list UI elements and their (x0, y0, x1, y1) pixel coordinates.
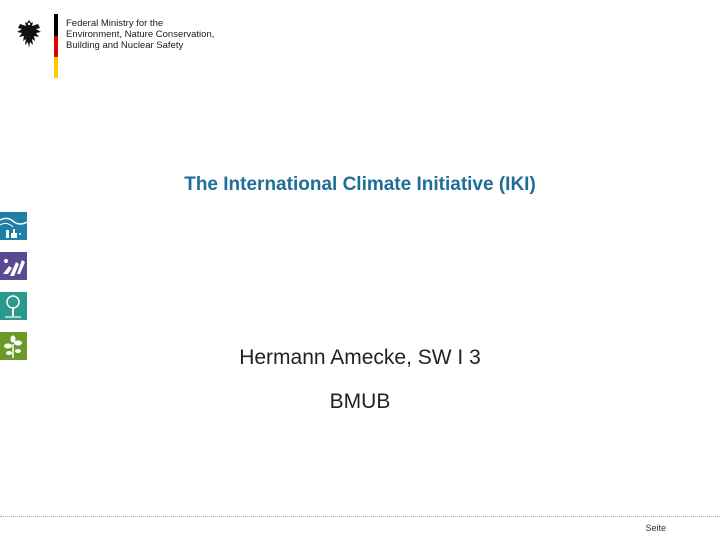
adaptation-hands-icon (0, 252, 27, 280)
organization-name: BMUB (329, 390, 391, 413)
ministry-line-1: Federal Ministry for the (66, 18, 164, 29)
slide-title: The International Climate Initiative (IK… (184, 174, 536, 195)
ministry-line-3: Building and Nuclear Safety (66, 40, 184, 51)
ministry-logo: Federal Ministry for the Environment, Na… (14, 14, 214, 84)
speaker-name: Hermann Amecke, SW I 3 (239, 346, 481, 369)
slide: Federal Ministry for the Environment, Na… (0, 0, 720, 540)
footer-divider (0, 516, 720, 517)
ministry-line-2: Environment, Nature Conservation, (66, 29, 215, 40)
german-flag-bar (54, 14, 58, 78)
forest-tree-icon (0, 292, 27, 320)
page-label: Seite (645, 523, 666, 533)
federal-eagle-icon (17, 20, 41, 48)
industry-climate-icon (0, 212, 27, 240)
ministry-name: Federal Ministry for the Environment, Na… (66, 18, 214, 51)
